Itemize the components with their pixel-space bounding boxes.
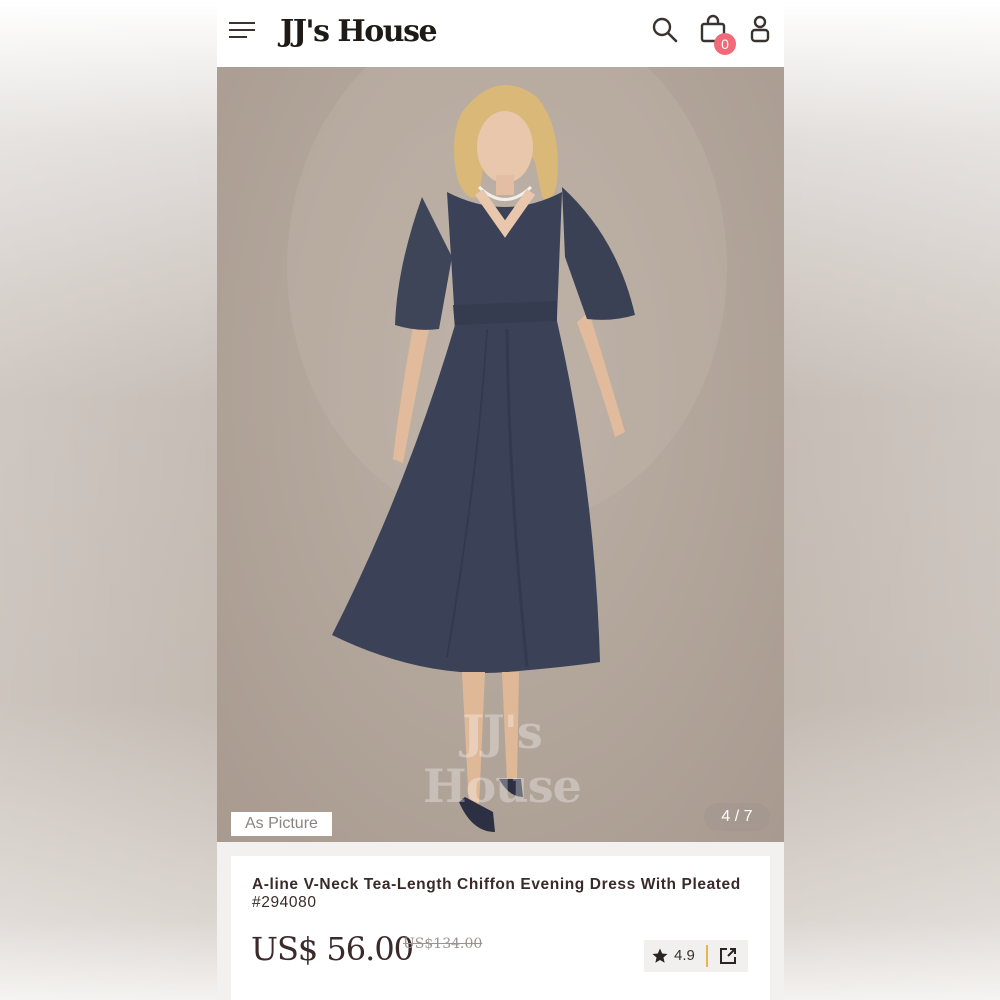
product-sku: #294080 xyxy=(252,894,317,911)
star-icon xyxy=(652,948,668,963)
product-info-card: A-line V-Neck Tea-Length Chiffon Evening… xyxy=(231,856,770,1000)
original-price: US$134.00 xyxy=(403,936,483,952)
product-title: A-line V-Neck Tea-Length Chiffon Evening… xyxy=(252,876,752,912)
color-label: As Picture xyxy=(231,812,332,836)
background-blur-right xyxy=(784,0,1000,1000)
image-watermark: JJ's House xyxy=(423,705,582,813)
site-logo[interactable]: JJ's House xyxy=(280,14,438,49)
product-price: US$ 56.00 xyxy=(251,930,414,968)
product-title-text: A-line V-Neck Tea-Length Chiffon Evening… xyxy=(252,876,741,893)
mobile-page: JJ's House 0 JJ's House As Picture 4 / 7… xyxy=(217,0,784,1000)
product-image-gallery[interactable]: JJ's House As Picture 4 / 7 xyxy=(217,67,784,842)
share-icon[interactable] xyxy=(718,946,738,966)
user-icon[interactable] xyxy=(749,14,771,44)
cart-count-badge: 0 xyxy=(714,33,736,55)
rating-divider xyxy=(706,945,708,967)
search-icon[interactable] xyxy=(651,16,679,44)
rating-share-box: 4.9 xyxy=(644,940,748,972)
image-counter: 4 / 7 xyxy=(704,803,770,831)
rating-value[interactable]: 4.9 xyxy=(674,947,695,964)
background-blur-left xyxy=(0,0,217,1000)
hamburger-menu-icon[interactable] xyxy=(229,20,255,40)
site-header: JJ's House 0 xyxy=(217,0,784,67)
